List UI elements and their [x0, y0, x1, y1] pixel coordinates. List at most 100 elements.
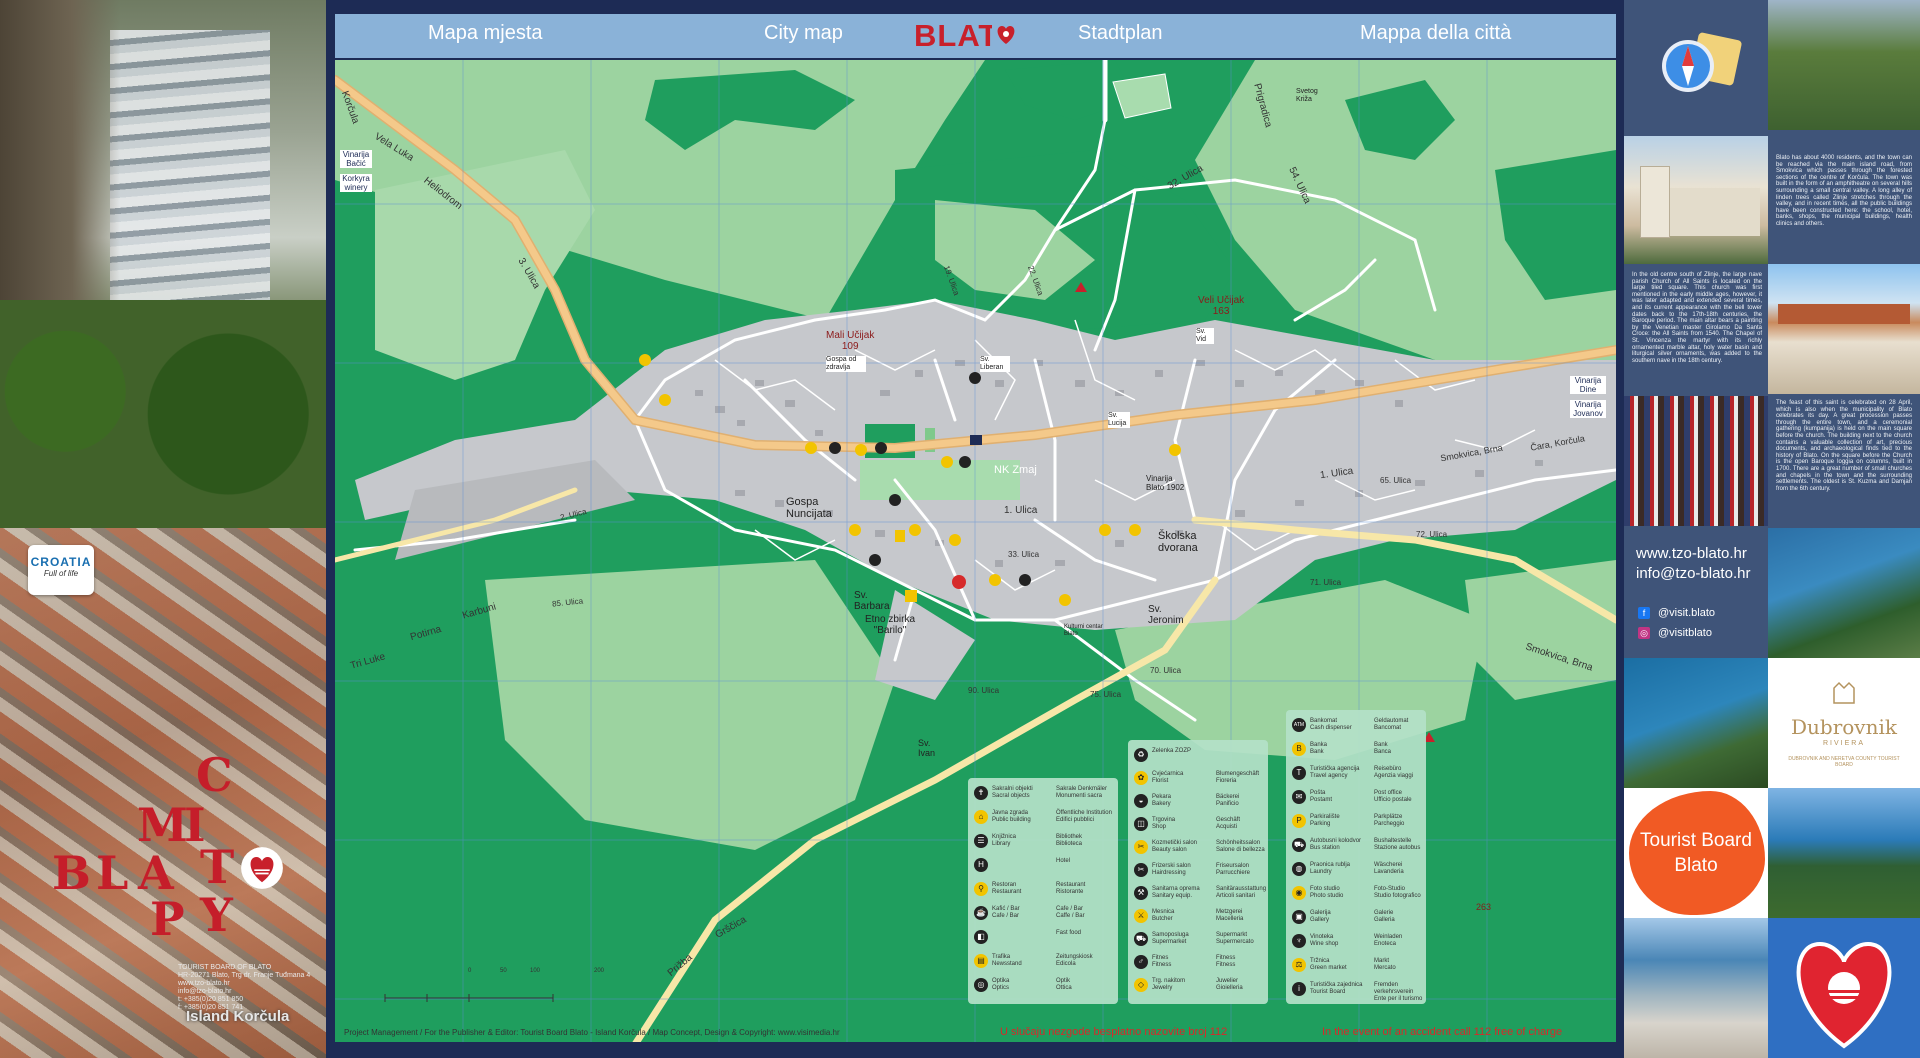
atm-icon: ATM [1292, 718, 1306, 732]
legend-row: ✝ Sakralni objekti Sacral objects Sakrale … [974, 786, 1118, 800]
facebook-link[interactable]: f @visit.blato [1638, 607, 1715, 619]
header-logo-text: BLATO [914, 18, 992, 53]
parking-icon: P [1292, 814, 1306, 828]
photo-studio-icon: ◉ [1292, 886, 1306, 900]
tourist-board-icon: i [1292, 982, 1306, 996]
legend-label: Trg. nakitom Jewelry [1152, 978, 1186, 991]
legend-label: Javna zgrada Public building [992, 810, 1031, 823]
legend-label-translation: Bibliothek Biblioteca [1056, 834, 1083, 847]
legend-label-translation: Fremden verkehrsverein Ente per il turis… [1374, 982, 1423, 1002]
sea-wave-pattern [110, 30, 270, 330]
legend-label: Kozmetički salon Beauty salon [1152, 840, 1198, 853]
legend-label: Restoran Restaurant [992, 882, 1022, 895]
legend-row: ⚔ Mesnica Butcher Metzgerei Macelleria [1134, 909, 1278, 923]
header-title-de: Stadtplan [1078, 22, 1163, 44]
legend-label-translation: Sanitärausstattung Articoli sanitari [1216, 886, 1267, 899]
legend-label-translation: Bäckerei Panificio [1216, 794, 1240, 807]
island-label: Island Korčula [186, 1008, 290, 1025]
instagram-link[interactable]: ◎ @visitblato [1638, 627, 1712, 639]
wine-shop-icon: ♆ [1292, 934, 1306, 948]
legend-label: Galerija Gallery [1310, 910, 1331, 923]
compass-map-icon [1662, 32, 1742, 92]
legend-label: Bankomat Cash dispenser [1310, 718, 1352, 731]
description-blato: Blato has about 4000 residents, and the … [1776, 155, 1912, 227]
croatia-logo: CROATIA Full of life [28, 545, 94, 595]
dubrovnik-title: Dubrovnik [1790, 715, 1897, 739]
brochure-letter: L [96, 846, 129, 900]
legend-row: B Banka Bank Bank Banca [1292, 742, 1436, 756]
legend-label-translation: Post office Ufficio postale [1374, 790, 1412, 803]
legend-label-translation: Friseursalon Parrucchiere [1216, 863, 1251, 876]
legend-row: ⚒ Sanitarna oprema Sanitary equip. Sanitär… [1134, 886, 1278, 900]
legend-row: ☰ Knjižnica Library Bibliothek Biblioteca [974, 834, 1118, 848]
recycling-icon: ♻ [1134, 748, 1148, 762]
hairdresser-icon: ✂ [1134, 863, 1148, 877]
description-feast: The feast of this saint is celebrated on… [1776, 400, 1912, 492]
cliff-sea-photo [0, 0, 326, 528]
legend-label-translation: Galerie Galleria [1374, 910, 1395, 923]
bay-photo [1624, 658, 1768, 788]
legend-label: Autobusni kolodvor Bus station [1310, 838, 1362, 851]
legend-label-translation: Restaurant Ristorante [1056, 882, 1086, 895]
legend-label: Cvjećarnica Florist [1152, 771, 1184, 784]
laundry-icon: ◍ [1292, 862, 1306, 876]
legend-row: P Parkiralište Parking Parkplätze Parchegg… [1292, 814, 1436, 828]
website-link[interactable]: www.tzo-blato.hr [1636, 545, 1747, 562]
legend-label-translation: Parkplätze Parcheggio [1374, 814, 1405, 827]
legend-box-3: ATM Bankomat Cash dispenser Geldautomat Ba… [1286, 710, 1426, 1004]
legend-row: H Hotel [974, 858, 1118, 872]
travel-agency-icon: T [1292, 766, 1306, 780]
legend-label-translation: Sakrale Denkmäler Monumenti sacra [1056, 786, 1108, 799]
jewelry-icon: ◇ [1134, 978, 1148, 992]
bakery-icon: ◒ [1134, 794, 1148, 808]
legend-row: ☕ Kafić / Bar Cafe / Bar Cafe / Bar Caffe … [974, 906, 1118, 920]
tourist-board-contact: TOURIST BOARD OF BLATO HR-20271 Blato, T… [178, 964, 311, 1011]
emergency-note-en: In the event of an accident call 112 fre… [1322, 1026, 1563, 1038]
legend-label: Turistička agencija Travel agency [1310, 766, 1360, 779]
legend-row: ◍ Praonica rublja Laundry Wäscherei Lavand… [1292, 862, 1436, 876]
legend-label: Foto studio Photo studio [1310, 886, 1344, 899]
fastfood-icon: ◧ [974, 930, 988, 944]
legend-label-translation: Öffentliche Institution Edifici pubblici [1056, 810, 1112, 823]
legend-label: Sakralni objekti Sacral objects [992, 786, 1033, 799]
tourist-board-text: Tourist Board Blato [1640, 830, 1752, 876]
blato-heart-logo [1768, 918, 1920, 1058]
legend-row: ✂ Frizerski salon Hairdressing Friseursalo… [1134, 863, 1278, 877]
legend-label: Tržnica Green market [1310, 958, 1347, 971]
brochure-letter: C [196, 748, 233, 802]
header-title-en: City map [764, 22, 843, 44]
heart-logo-icon [241, 847, 283, 889]
legend-row: ♂ Fitnes Fitness Fitness Fitness [1134, 955, 1278, 969]
legend-label: Vinoteka Wine shop [1310, 934, 1339, 947]
legend-label-translation: Zeitungskiosk Edicola [1056, 954, 1093, 967]
legend-label: Pekara Bakery [1152, 794, 1172, 807]
legend-label-translation: Fitness Fitness [1216, 955, 1236, 968]
sanitary-icon: ⚒ [1134, 886, 1148, 900]
optician-icon: ◎ [974, 978, 988, 992]
legend-label: Sanitarna oprema Sanitary equip. [1152, 886, 1200, 899]
church-photo [1624, 136, 1768, 264]
legend-label-translation: Optik Ottica [1056, 978, 1072, 991]
supermarket-icon: ⛟ [1134, 932, 1148, 946]
legend-row: ♻ Zelenka ZOZP [1134, 748, 1278, 762]
legend-row: ⌂ Javna zgrada Public building Öffentliche… [974, 810, 1118, 824]
heart-sun-icon [1796, 941, 1892, 1049]
legend-label: Mesnica Butcher [1152, 909, 1175, 922]
email-link[interactable]: info@tzo-blato.hr [1636, 565, 1750, 582]
legend-row: ♆ Vinoteka Wine shop Weinladen Enoteca [1292, 934, 1436, 948]
legend-label-translation: Wäscherei Lavanderia [1374, 862, 1404, 875]
legend-label-translation: Markt Mercato [1374, 958, 1396, 971]
legend-row: ✉ Pošta Postamt Post office Ufficio postal… [1292, 790, 1436, 804]
legend-label: Trgovina Shop [1152, 817, 1176, 830]
pine-trees [0, 300, 326, 528]
brochure-letter: P [150, 892, 185, 946]
coast-aerial-photo [1768, 528, 1920, 658]
legend-label-translation: Weinladen Enoteca [1374, 934, 1403, 947]
legend-label-translation: Foto-Studio Studio fotografico [1374, 886, 1421, 899]
legend-label: Optika Optics [992, 978, 1010, 991]
legend-row: ✿ Cvjećarnica Florist Blumengeschäft Fiore… [1134, 771, 1278, 785]
pebble-beach-photo [1624, 918, 1768, 1058]
instagram-handle: @visitblato [1658, 627, 1712, 639]
legend-row: ⚖ Tržnica Green market Markt Mercato [1292, 958, 1436, 972]
brochure-letter: T [200, 840, 235, 894]
